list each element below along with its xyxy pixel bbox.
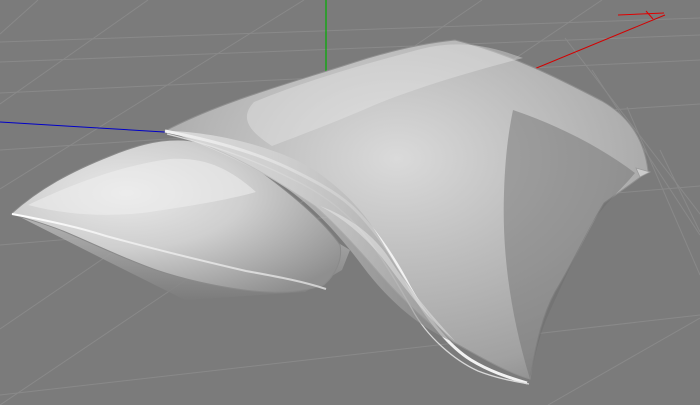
3d-viewport[interactable] bbox=[0, 0, 700, 405]
viewport-canvas[interactable] bbox=[0, 0, 700, 405]
